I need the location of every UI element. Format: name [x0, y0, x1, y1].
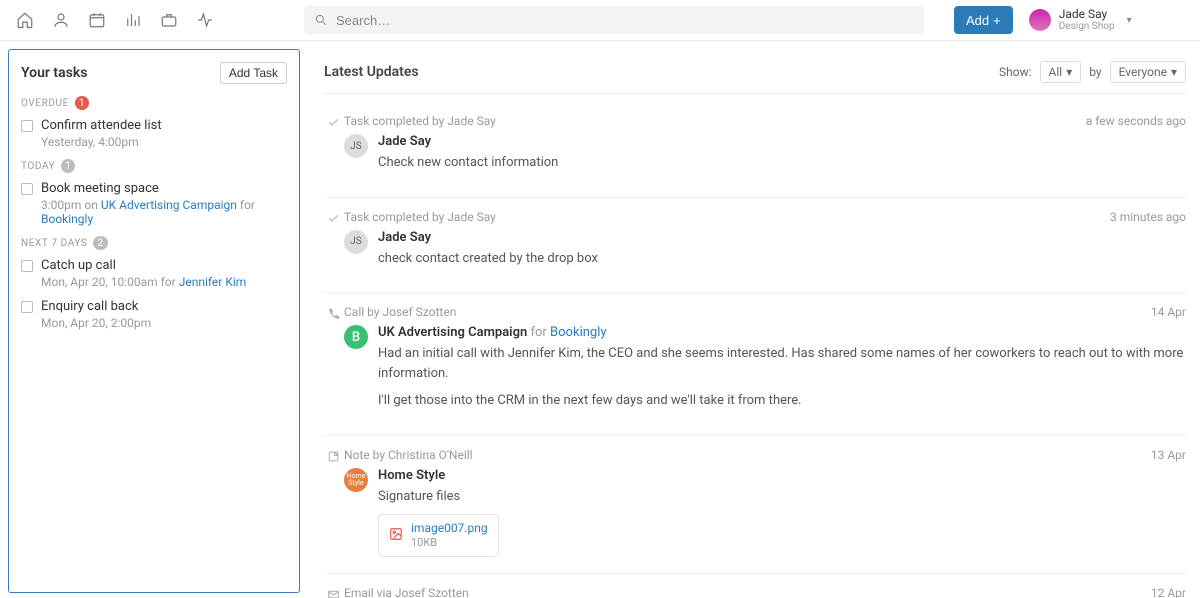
client-link[interactable]: Bookingly	[550, 325, 606, 340]
update-item: Task completed by Jade Say3 minutes ago …	[324, 198, 1186, 294]
task-checkbox[interactable]	[21, 301, 33, 313]
task-checkbox[interactable]	[21, 260, 33, 272]
overdue-badge: 1	[75, 96, 89, 110]
bars-icon[interactable]	[124, 11, 142, 29]
campaign-link[interactable]: UK Advertising Campaign	[101, 198, 237, 212]
image-icon	[389, 527, 403, 545]
timestamp: a few seconds ago	[1086, 114, 1186, 128]
avatar: B	[344, 325, 368, 349]
search-icon	[314, 13, 328, 27]
search-wrap	[304, 6, 924, 34]
task-item[interactable]: Confirm attendee list Yesterday, 4:00pm	[21, 118, 287, 149]
timestamp: 13 Apr	[1151, 448, 1186, 462]
tasks-panel: Your tasks Add Task OVERDUE 1 Confirm at…	[8, 49, 300, 593]
filter-type-dropdown[interactable]: All▾	[1040, 61, 1082, 83]
contact-link[interactable]: Jennifer Kim	[179, 275, 247, 289]
sidebar: Your tasks Add Task OVERDUE 1 Confirm at…	[0, 41, 308, 598]
plus-icon: +	[993, 13, 1001, 28]
task-item[interactable]: Book meeting space 3:00pm on UK Advertis…	[21, 181, 287, 226]
add-task-button[interactable]: Add Task	[220, 62, 287, 84]
section-today: TODAY 1	[21, 159, 287, 173]
check-icon	[327, 116, 340, 181]
timestamp: 3 minutes ago	[1110, 210, 1186, 224]
note-icon	[327, 450, 340, 558]
section-next7: NEXT 7 DAYS 2	[21, 236, 287, 250]
update-item: Note by Christina O'Neill13 Apr HomeStyl…	[324, 436, 1186, 575]
client-link[interactable]: Bookingly	[41, 212, 93, 226]
check-icon	[327, 212, 340, 277]
update-item: Task completed by Jade Saya few seconds …	[324, 102, 1186, 198]
add-button[interactable]: Add+	[954, 6, 1013, 34]
user-name: Jade Say	[1059, 8, 1115, 21]
user-avatar	[1029, 9, 1051, 31]
task-checkbox[interactable]	[21, 183, 33, 195]
chevron-down-icon: ▾	[1127, 15, 1132, 26]
phone-icon	[327, 307, 340, 419]
activity-icon[interactable]	[196, 11, 214, 29]
tasks-title: Your tasks	[21, 65, 87, 81]
timestamp: 12 Apr	[1151, 586, 1186, 598]
person-icon[interactable]	[52, 11, 70, 29]
chevron-down-icon: ▾	[1066, 65, 1072, 79]
task-item[interactable]: Catch up call Mon, Apr 20, 10:00am for J…	[21, 258, 287, 289]
next7-badge: 2	[93, 236, 107, 250]
filter-user-dropdown[interactable]: Everyone▾	[1110, 61, 1186, 83]
avatar: JS	[344, 134, 368, 158]
task-item[interactable]: Enquiry call back Mon, Apr 20, 2:00pm	[21, 299, 287, 330]
avatar: JS	[344, 230, 368, 254]
updates-content: Latest Updates Show: All▾ by Everyone▾ T…	[308, 41, 1200, 598]
file-attachment[interactable]: image007.png 10KB	[378, 514, 499, 557]
briefcase-icon[interactable]	[160, 11, 178, 29]
timestamp: 14 Apr	[1151, 305, 1186, 319]
chevron-down-icon: ▾	[1171, 65, 1177, 79]
avatar: HomeStyle	[344, 468, 368, 492]
email-icon	[327, 588, 340, 598]
updates-title: Latest Updates	[324, 64, 419, 80]
section-overdue: OVERDUE 1	[21, 96, 287, 110]
user-org: Design Shop	[1059, 21, 1115, 32]
home-icon[interactable]	[16, 11, 34, 29]
update-item: Email via Josef Szotten12 Apr Kat Torres…	[324, 574, 1186, 598]
today-badge: 1	[61, 159, 75, 173]
nav-icon-group	[16, 11, 214, 29]
search-input[interactable]	[304, 6, 924, 34]
filter-group: Show: All▾ by Everyone▾	[999, 61, 1186, 83]
task-checkbox[interactable]	[21, 120, 33, 132]
update-item: Call by Josef Szotten14 Apr B UK Adverti…	[324, 293, 1186, 436]
user-menu[interactable]: Jade Say Design Shop ▾	[1029, 8, 1132, 32]
calendar-icon[interactable]	[88, 11, 106, 29]
top-nav: Add+ Jade Say Design Shop ▾	[0, 0, 1200, 41]
